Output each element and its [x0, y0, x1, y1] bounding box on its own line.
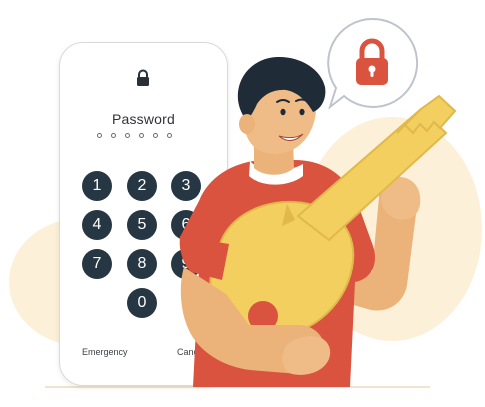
pin-dot — [97, 133, 102, 138]
pin-dot — [167, 133, 172, 138]
keypad-key-7[interactable]: 7 — [82, 249, 112, 279]
pin-dot — [153, 133, 158, 138]
keypad-key-2[interactable]: 2 — [127, 171, 157, 201]
keypad-key-4[interactable]: 4 — [82, 210, 112, 240]
keypad-key-0[interactable]: 0 — [127, 288, 157, 318]
lock-icon — [137, 69, 149, 86]
background-blob-right — [302, 117, 482, 341]
emergency-button[interactable]: Emergency — [82, 347, 128, 357]
keypad-key-5[interactable]: 5 — [127, 210, 157, 240]
cancel-button[interactable]: Cancel — [177, 347, 205, 357]
speech-bubble — [327, 17, 418, 109]
illustration-scene: Password 1 2 3 4 5 6 7 8 9 0 Emergency C… — [0, 0, 485, 407]
pin-indicator — [97, 133, 172, 138]
pin-dot — [139, 133, 144, 138]
keypad-key-8[interactable]: 8 — [127, 249, 157, 279]
keypad-key-1[interactable]: 1 — [82, 171, 112, 201]
phone-lock-screen: Password 1 2 3 4 5 6 7 8 9 0 Emergency C… — [59, 42, 228, 386]
pin-dot — [111, 133, 116, 138]
keypad-key-3[interactable]: 3 — [171, 171, 201, 201]
keypad-key-6[interactable]: 6 — [171, 210, 201, 240]
password-title: Password — [111, 111, 176, 127]
pin-dot — [125, 133, 130, 138]
keypad-key-9[interactable]: 9 — [171, 249, 201, 279]
